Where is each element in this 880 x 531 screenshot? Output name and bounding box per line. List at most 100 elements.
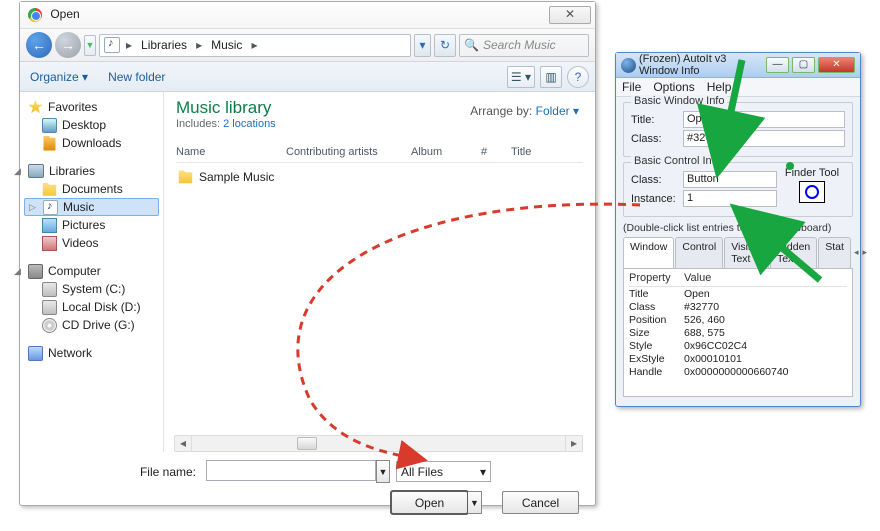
col-title[interactable]: Title [511,146,551,158]
col-name[interactable]: Name [176,146,286,158]
sidebar-item-music[interactable]: ▷Music [24,198,159,216]
search-icon: 🔍 [464,38,479,52]
open-button[interactable]: Open [391,491,468,514]
filename-history-dropdown[interactable]: ▼ [376,460,390,483]
chevron-right-icon[interactable]: ▸ [122,38,136,52]
group-legend: Basic Control Info [631,155,724,167]
breadcrumb-bar[interactable]: ▸ Libraries ▸ Music ▸ [99,34,411,57]
property-header: Property Value [629,272,847,287]
scroll-left-icon[interactable]: ◂ [175,436,192,451]
sidebar-item-videos[interactable]: Videos [24,234,159,252]
tab-window[interactable]: Window [623,237,674,268]
col-track[interactable]: # [481,146,511,158]
file-row-sample-music[interactable]: Sample Music [176,163,583,190]
folder-icon [42,182,57,197]
open-button-dropdown[interactable]: ▼ [468,491,482,514]
menu-help[interactable]: Help [707,80,732,94]
expand-icon[interactable]: ▷ [29,202,36,213]
filetype-dropdown[interactable]: All Files▾ [396,461,491,482]
expand-icon[interactable]: ◢ [20,266,21,277]
property-row[interactable]: Size688, 575 [629,327,847,339]
new-folder-button[interactable]: New folder [108,70,165,84]
tab-hiddentext[interactable]: Hidden Text [770,237,817,268]
property-row[interactable]: TitleOpen [629,288,847,300]
control-class-field[interactable]: Button [683,171,777,188]
refresh-button[interactable]: ↻ [434,34,456,57]
clipboard-hint: (Double-click list entries to copy to cl… [623,222,853,234]
property-row[interactable]: Handle0x0000000000660740 [629,366,847,378]
music-icon [104,37,120,53]
autoit-window: (Frozen) AutoIt v3 Window Info — ▢ ✕ Fil… [615,52,861,407]
group-legend: Basic Window Info [631,95,727,107]
videos-icon [42,236,57,251]
breadcrumb-dropdown[interactable]: ▾ [414,34,431,57]
property-row[interactable]: Position526, 460 [629,314,847,326]
view-options-button[interactable]: ☰ ▾ [507,66,535,88]
property-row[interactable]: Style0x96CC02C4 [629,340,847,352]
scroll-right-icon[interactable]: ▸ [565,436,582,451]
library-includes: Includes: 2 locations [176,118,583,130]
col-album[interactable]: Album [411,146,481,158]
sidebar-libraries-header[interactable]: ◢Libraries [24,162,159,180]
horizontal-scrollbar[interactable]: ◂ ▸ [174,435,583,452]
sidebar-item-pictures[interactable]: Pictures [24,216,159,234]
breadcrumb-libraries[interactable]: Libraries [136,38,192,52]
close-button[interactable]: ✕ [549,6,591,24]
finder-tool-target[interactable] [799,181,825,203]
field-label: Class: [631,174,679,186]
minimize-button[interactable]: — [766,57,789,73]
close-button[interactable]: ✕ [818,57,855,73]
star-icon [28,100,43,115]
dialog-bottom-bar: File name: ▼ All Files▾ Open ▼ Cancel [20,452,595,507]
organize-button[interactable]: Organize ▾ [30,70,88,84]
menu-options[interactable]: Options [653,80,694,94]
sidebar: Favorites Desktop Downloads ◢Libraries D… [20,92,164,452]
menu-file[interactable]: File [622,80,641,94]
open-dialog-titlebar[interactable]: Open ✕ [20,2,595,29]
back-button[interactable]: ← [26,32,52,58]
folder-icon [178,169,193,184]
property-list[interactable]: Property Value TitleOpenClass#32770Posit… [623,269,853,397]
search-input[interactable]: 🔍 Search Music [459,34,589,57]
preview-pane-button[interactable]: ▥ [540,66,562,88]
sidebar-item-documents[interactable]: Documents [24,180,159,198]
sidebar-favorites-header[interactable]: Favorites [24,98,159,116]
property-row[interactable]: ExStyle0x00010101 [629,353,847,365]
arrange-by: Arrange by: Folder ▾ [470,104,579,118]
cancel-button[interactable]: Cancel [502,491,579,514]
maximize-button[interactable]: ▢ [792,57,815,73]
sidebar-item-system-c[interactable]: System (C:) [24,280,159,298]
sidebar-network-header[interactable]: Network [24,344,159,362]
col-artist[interactable]: Contributing artists [286,146,411,158]
breadcrumb-music[interactable]: Music [206,38,247,52]
sidebar-item-local-d[interactable]: Local Disk (D:) [24,298,159,316]
sidebar-item-cddrive-g[interactable]: CD Drive (G:) [24,316,159,334]
search-placeholder: Search Music [483,38,556,52]
sidebar-computer-header[interactable]: ◢Computer [24,262,159,280]
sidebar-item-downloads[interactable]: Downloads [24,134,159,152]
filename-input[interactable] [206,460,376,481]
chevron-right-icon[interactable]: ▸ [247,38,261,52]
tab-control[interactable]: Control [675,237,723,268]
window-title-field[interactable]: Open [683,111,845,128]
chevron-right-icon[interactable]: ▸ [192,38,206,52]
window-class-field[interactable]: #32770 [683,130,845,147]
basic-control-info-group: Basic Control Info Class:Button Instance… [623,162,853,217]
forward-button[interactable]: → [55,32,81,58]
scroll-thumb[interactable] [297,437,317,450]
drive-icon [42,282,57,297]
sidebar-item-desktop[interactable]: Desktop [24,116,159,134]
tab-stat[interactable]: Stat [818,237,851,268]
tab-visibletext[interactable]: Visible Text [724,237,769,268]
control-instance-field[interactable]: 1 [683,190,777,207]
history-dropdown[interactable]: ▼ [84,35,96,56]
tab-scroll-right-icon[interactable]: ▸ [860,247,869,258]
property-row[interactable]: Class#32770 [629,301,847,313]
column-headers[interactable]: Name Contributing artists Album # Title [176,146,583,163]
expand-icon[interactable]: ◢ [20,166,21,177]
help-button[interactable]: ? [567,66,589,88]
arrange-by-dropdown[interactable]: Folder ▾ [536,104,579,118]
autoit-titlebar[interactable]: (Frozen) AutoIt v3 Window Info — ▢ ✕ [616,53,860,78]
tab-scroll-left-icon[interactable]: ◂ [852,247,861,258]
includes-locations-link[interactable]: 2 locations [223,118,276,130]
